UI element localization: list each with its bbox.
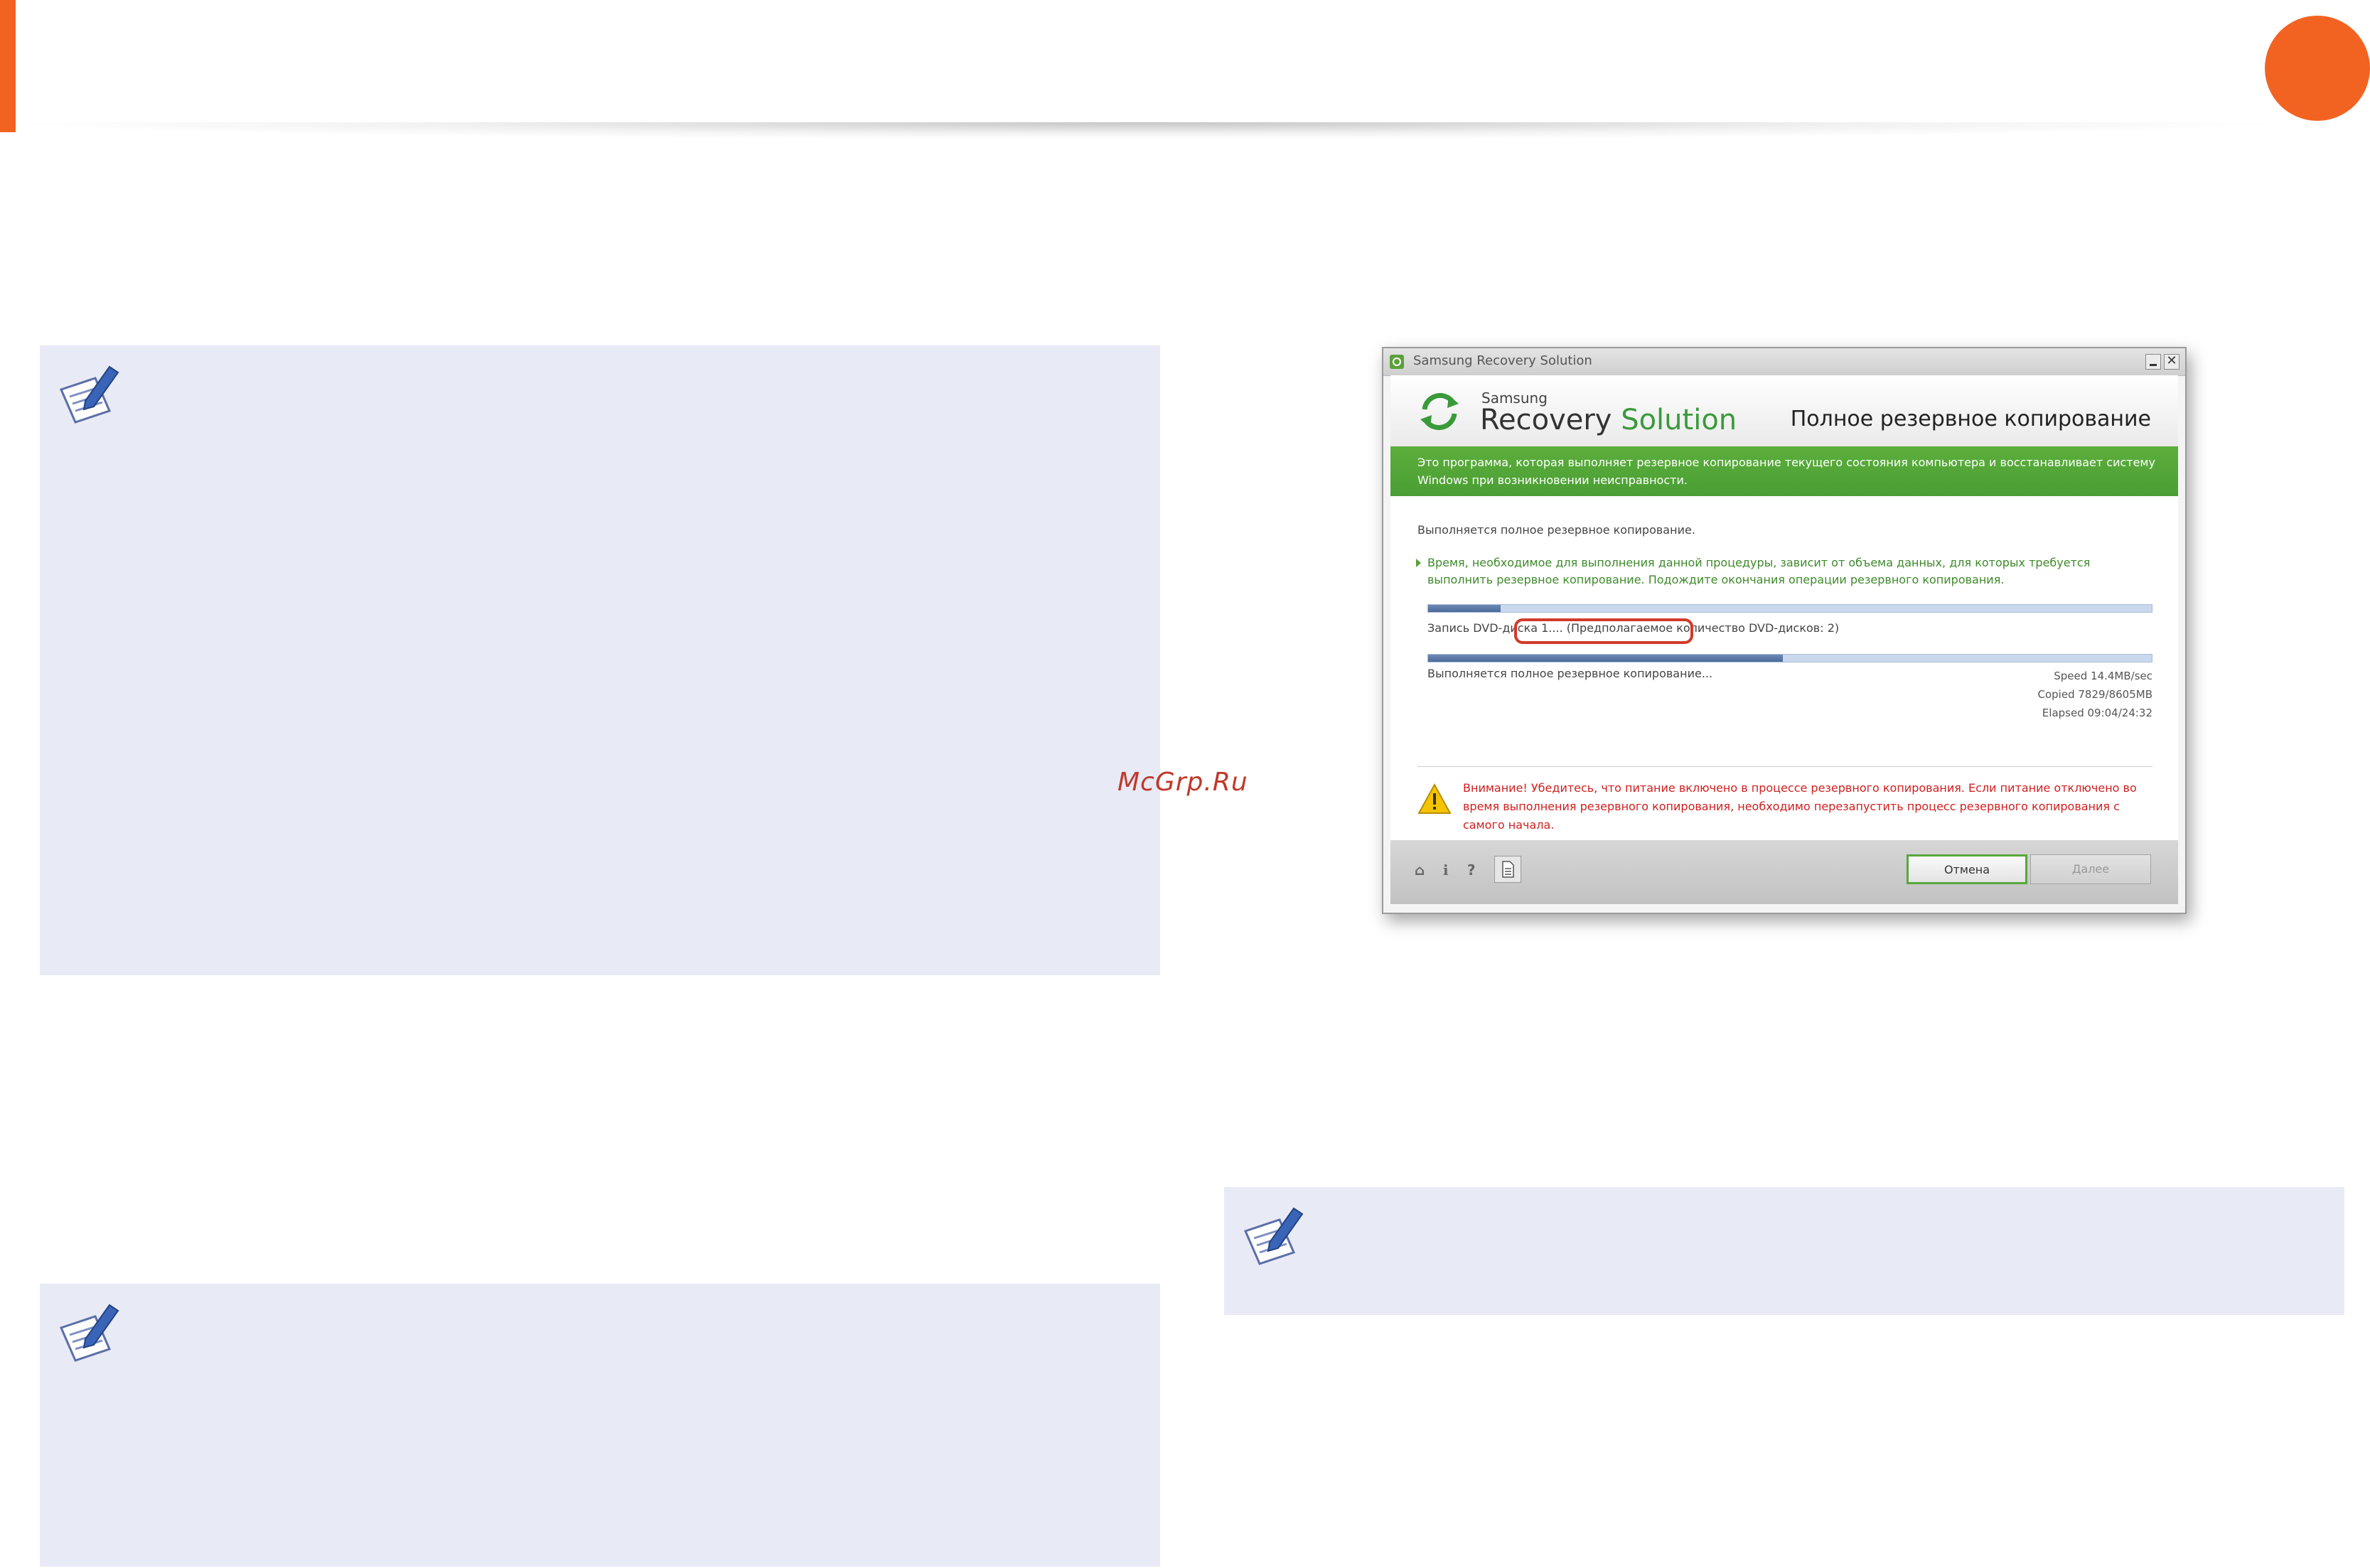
divider xyxy=(1417,766,2152,767)
next-button[interactable]: Далее xyxy=(2030,854,2151,884)
arrow-right-icon xyxy=(1416,559,1421,567)
close-button[interactable]: ✕ xyxy=(2164,353,2179,370)
status-sub: Выполняется полное резервное копирование… xyxy=(1427,667,1713,680)
window-title: Samsung Recovery Solution xyxy=(1413,353,1592,368)
copied-value: Copied 7829/8605MB xyxy=(2037,688,2153,701)
header-rule xyxy=(16,122,2276,139)
recovery-refresh-icon xyxy=(1420,393,1459,430)
help-icon[interactable]: ? xyxy=(1467,861,1476,879)
note-pencil-icon xyxy=(59,1304,119,1362)
page-heading: Полное резервное копирование xyxy=(1790,407,2151,431)
brand-header: Samsung Recovery Solution Полное резервн… xyxy=(1390,375,2178,446)
overall-progress-fill xyxy=(1428,605,1501,612)
description-banner: Это программа, которая выполняет резервн… xyxy=(1390,446,2178,496)
watermark: McGrp.Ru xyxy=(1117,768,1248,797)
description-text: Это программа, которая выполняет резервн… xyxy=(1417,456,2155,487)
document-button[interactable] xyxy=(1494,856,1521,883)
current-progress-bar xyxy=(1427,654,2152,662)
note-box-1 xyxy=(40,345,1160,975)
note-pencil-icon xyxy=(59,365,119,424)
progress-panel: Выполняется полное резервное копирование… xyxy=(1390,496,2178,840)
brand-product-name: Recovery Solution xyxy=(1480,404,1737,436)
highlight-annotation xyxy=(1514,618,1693,644)
minimize-button[interactable] xyxy=(2145,354,2161,370)
note-box-2 xyxy=(40,1284,1160,1567)
elapsed-value: Elapsed 09:04/24:32 xyxy=(2042,707,2152,719)
power-warning: Внимание! Убедитесь, что питание включен… xyxy=(1463,781,2137,832)
page-badge xyxy=(2265,16,2370,121)
brand-solution-word: Solution xyxy=(1621,404,1737,436)
overall-progress-bar xyxy=(1427,604,2152,613)
window-titlebar[interactable]: Samsung Recovery Solution ✕ xyxy=(1383,348,2185,376)
note-pencil-icon xyxy=(1243,1207,1304,1265)
current-progress-fill xyxy=(1428,655,1783,662)
document-icon xyxy=(1502,861,1514,878)
duration-note: Время, необходимое для выполнения данной… xyxy=(1427,556,2091,586)
note-box-3 xyxy=(1224,1187,2344,1315)
status-main: Выполняется полное резервное копирование… xyxy=(1417,523,1695,537)
brand-recovery-word: Recovery xyxy=(1480,404,1612,436)
close-icon: ✕ xyxy=(2166,353,2177,368)
cancel-button[interactable]: Отмена xyxy=(1907,854,2027,884)
transfer-stats: Speed 14.4MB/sec Copied 7829/8605MB Elap… xyxy=(2038,667,2153,722)
warning-triangle-icon xyxy=(1417,783,1452,814)
recovery-window: Samsung Recovery Solution ✕ Samsung Reco… xyxy=(1382,347,2187,914)
app-icon xyxy=(1390,355,1404,369)
info-icon[interactable]: i xyxy=(1443,861,1449,879)
home-icon[interactable]: ⌂ xyxy=(1415,861,1425,879)
page-accent-bar xyxy=(0,0,16,132)
window-footer: ⌂ i ? Отмена Далее xyxy=(1390,840,2178,904)
minimize-icon xyxy=(2150,364,2157,366)
speed-value: Speed 14.4MB/sec xyxy=(2054,670,2152,682)
